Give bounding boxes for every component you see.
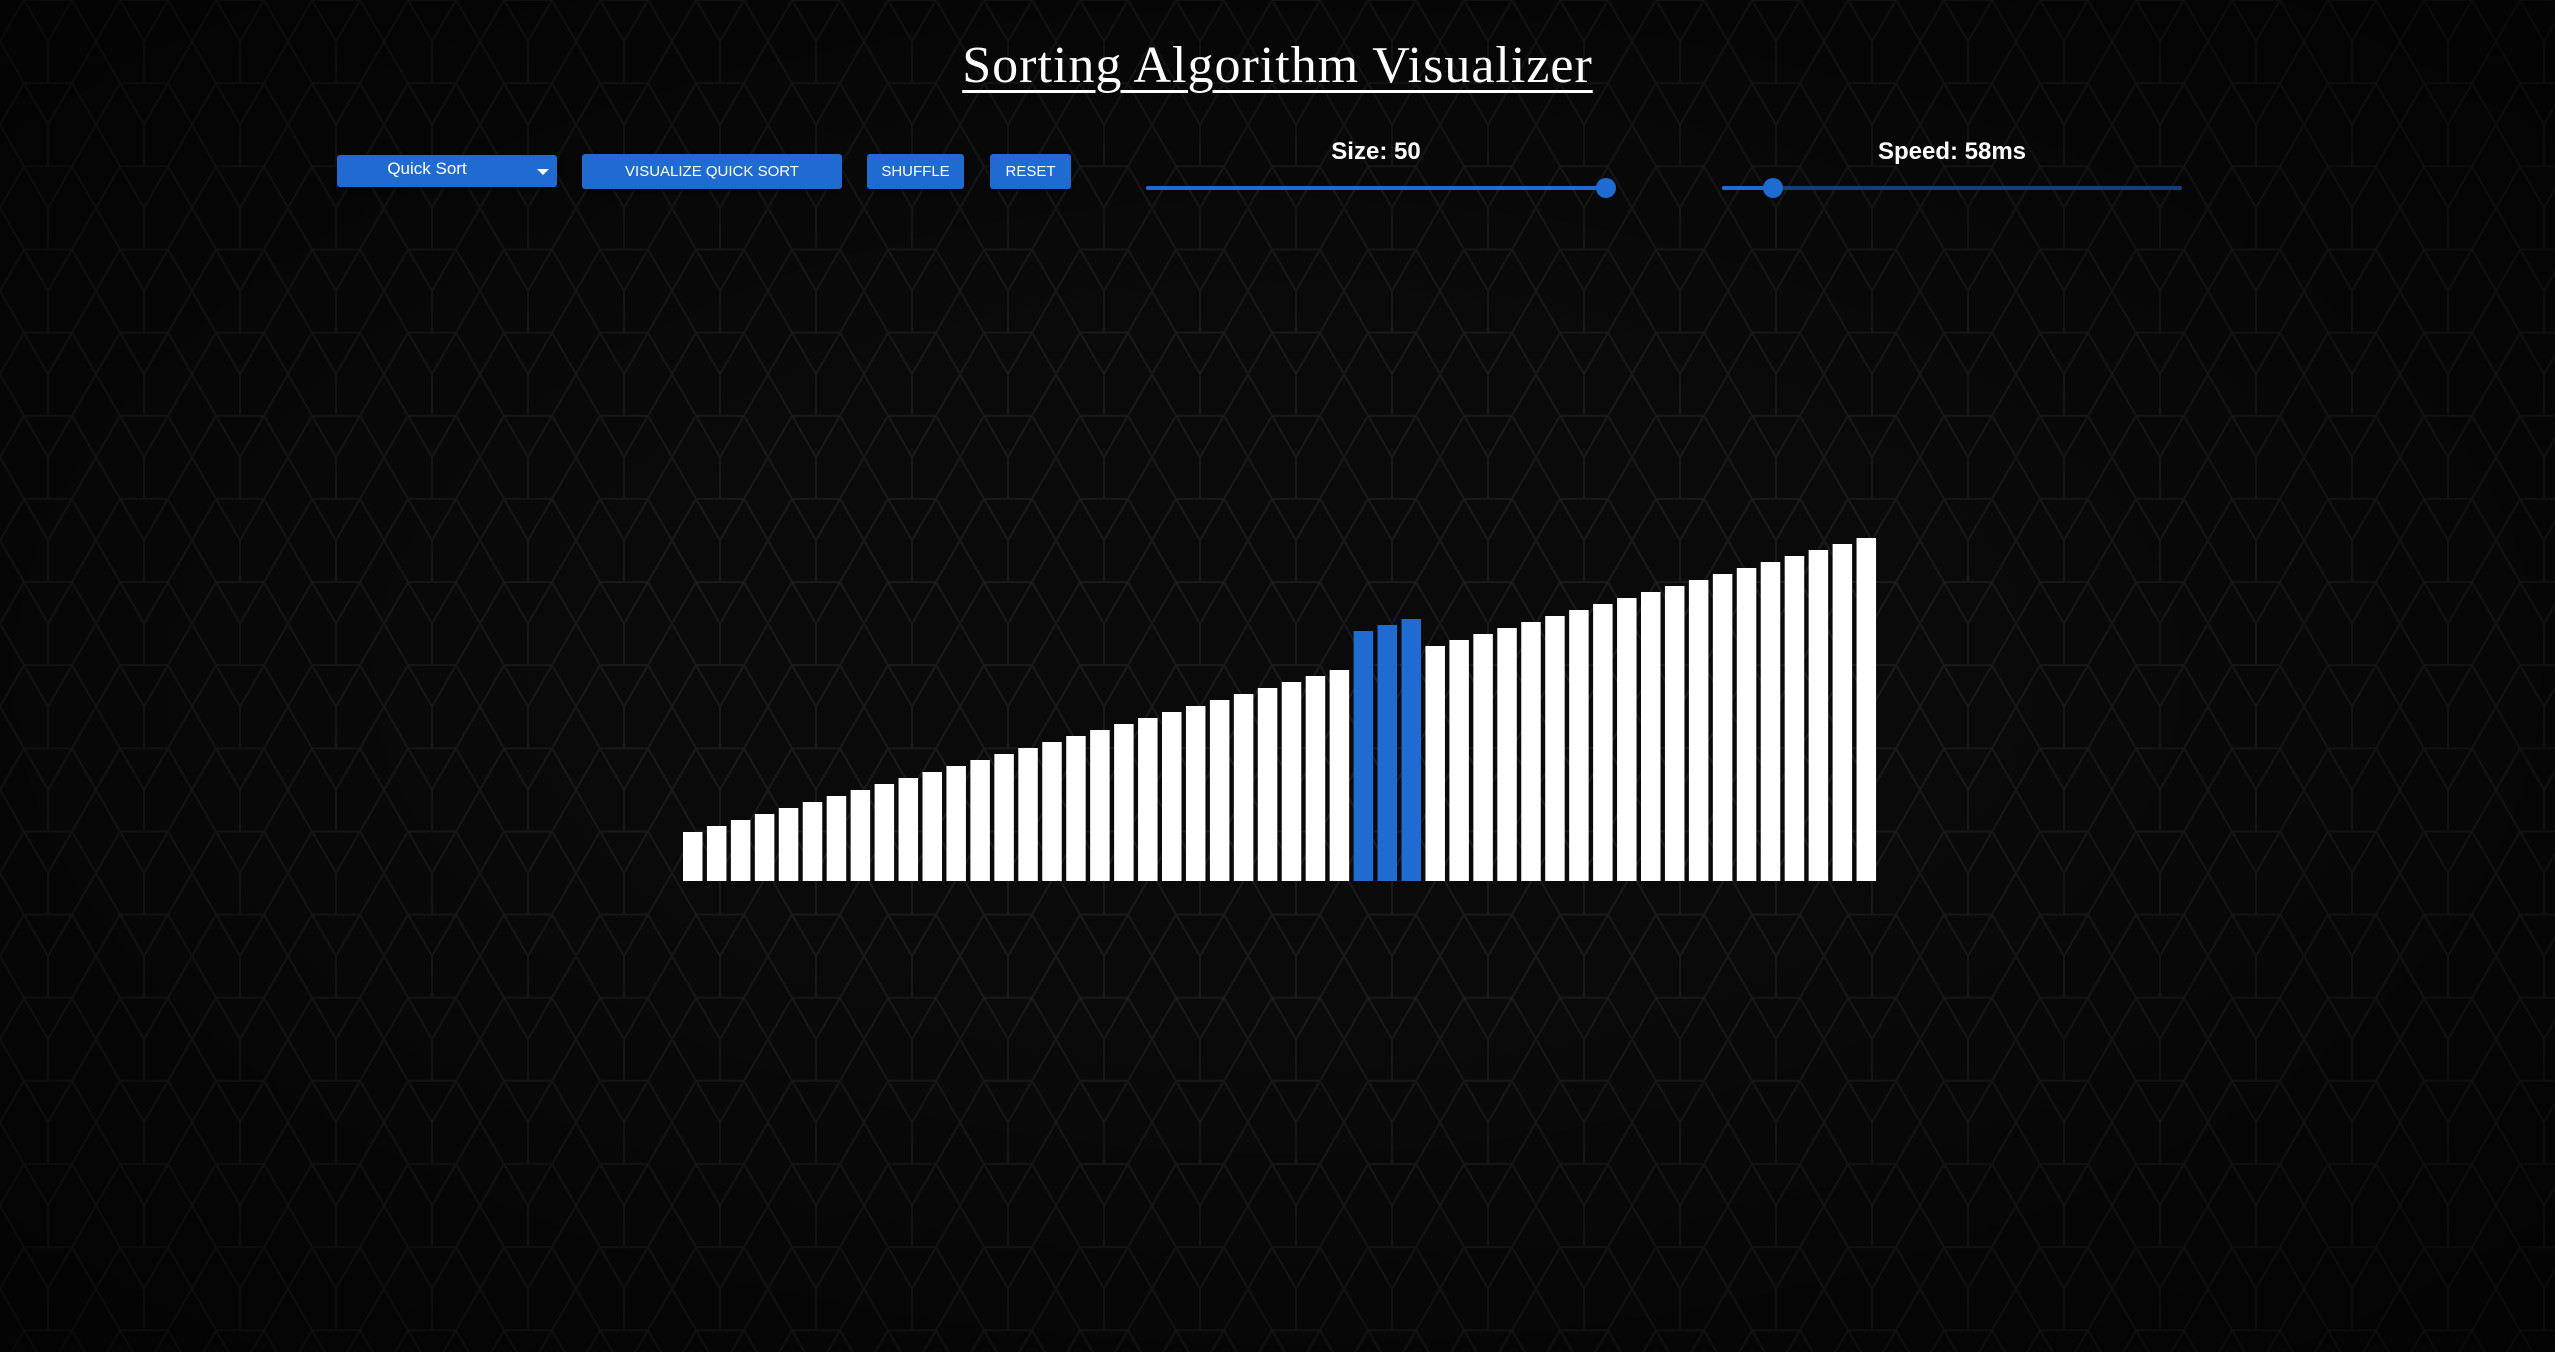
- shuffle-button[interactable]: SHUFFLE: [867, 154, 964, 189]
- chevron-down-icon: [537, 169, 549, 175]
- speed-slider-rail: [1722, 186, 2182, 190]
- speed-slider[interactable]: [1722, 178, 2182, 198]
- size-slider-thumb[interactable]: [1596, 178, 1616, 198]
- size-label: Size: 50: [1331, 138, 1421, 165]
- algorithm-select-value: Quick Sort: [387, 159, 467, 178]
- size-slider-track: [1146, 186, 1606, 190]
- app-root: Sorting Algorithm Visualizer Quick Sort …: [0, 0, 2555, 1352]
- size-slider[interactable]: [1146, 178, 1616, 198]
- reset-button[interactable]: RESET: [990, 154, 1071, 189]
- page-title: Sorting Algorithm Visualizer: [962, 37, 1593, 94]
- algorithm-select[interactable]: Quick Sort: [337, 155, 557, 187]
- speed-label: Speed: 58ms: [1877, 138, 2027, 165]
- speed-slider-thumb[interactable]: [1762, 178, 1783, 198]
- visualize-button[interactable]: VISUALIZE QUICK SORT: [582, 154, 842, 189]
- hexagon-background-pattern: [0, 0, 2555, 1352]
